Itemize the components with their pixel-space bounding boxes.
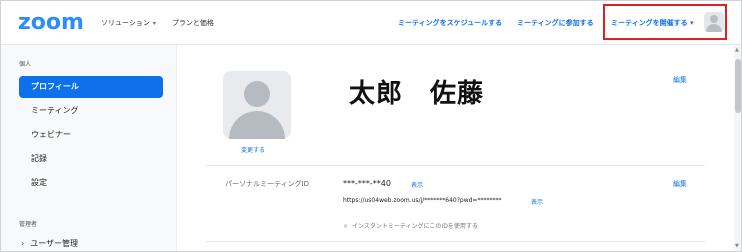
pmi-value: ***-***-**40 (343, 179, 391, 188)
chevron-down-icon: ▾ (690, 19, 694, 27)
avatar-shoulders (706, 24, 722, 32)
join-meeting-link[interactable]: ミーティングに参加する (517, 18, 594, 28)
sidebar-section-admin: 管理者 (19, 221, 38, 228)
app-window: zoom ソリューション ▾ プランと価格 ミーティングをスケジュールする ミーテ… (0, 0, 742, 252)
change-picture-link[interactable]: 変更する (241, 145, 265, 154)
profile-picture[interactable] (223, 71, 291, 139)
close-icon: × (343, 223, 349, 230)
avatar-head (710, 15, 718, 23)
use-pmi-instant-option: × インスタントミーティングにこのIDを使用する (343, 221, 478, 230)
nav-solutions[interactable]: ソリューション ▾ (101, 18, 156, 28)
sidebar-section-personal: 個人 (19, 61, 32, 68)
profile-main: 変更する 太郎 佐藤 編集 パーソナルミーティングID ***-***-**40… (177, 45, 741, 251)
host-meeting-label: ミーティングを開催する (611, 19, 688, 27)
sidebar-item-label: ユーザー管理 (30, 239, 79, 248)
scroll-down-arrow-icon[interactable]: ▼ (735, 243, 739, 249)
pmi-url: https://us04web.zoom.us/j/*******640?pwd… (343, 197, 502, 204)
chevron-down-icon: ▾ (152, 20, 156, 27)
pmi-label: パーソナルミーティングID (225, 180, 310, 188)
top-navigation: zoom ソリューション ▾ プランと価格 ミーティングをスケジュールする ミーテ… (1, 1, 741, 45)
user-avatar-icon[interactable] (704, 12, 724, 32)
show-pmi-link[interactable]: 表示 (411, 180, 423, 189)
nav-plans-pricing[interactable]: プランと価格 (172, 18, 214, 28)
sidebar-item-user-management[interactable]: › ユーザー管理 (19, 233, 163, 251)
sidebar-item-recordings[interactable]: 記録 (19, 148, 163, 170)
sidebar-item-webinars[interactable]: ウェビナー (19, 124, 163, 146)
zoom-logo[interactable]: zoom (18, 12, 84, 34)
scroll-up-arrow-icon[interactable]: ▲ (735, 47, 739, 53)
sidebar-item-meetings[interactable]: ミーティング (19, 100, 163, 122)
avatar-shoulders (229, 111, 285, 139)
section-divider (205, 241, 705, 242)
section-divider (205, 165, 705, 166)
primary-nav: ソリューション ▾ プランと価格 (101, 18, 214, 28)
avatar-head (244, 81, 270, 107)
edit-pmi-link[interactable]: 編集 (673, 179, 687, 189)
nav-solutions-label: ソリューション (101, 19, 150, 27)
profile-name: 太郎 佐藤 (349, 79, 485, 109)
sidebar-item-profile[interactable]: プロフィール (19, 76, 163, 98)
sidebar: 個人 プロフィール ミーティング ウェビナー 記録 設定 管理者 › ユーザー管理 (1, 45, 177, 251)
host-meeting-menu[interactable]: ミーティングを開催する ▾ (611, 18, 694, 28)
use-pmi-instant-label: インスタントミーティングにこのIDを使用する (352, 223, 478, 230)
edit-profile-link[interactable]: 編集 (673, 75, 687, 85)
scrollbar-thumb[interactable] (735, 59, 741, 113)
show-url-link[interactable]: 表示 (531, 197, 543, 206)
schedule-meeting-link[interactable]: ミーティングをスケジュールする (398, 18, 502, 28)
chevron-right-icon: › (21, 239, 25, 248)
sidebar-item-settings[interactable]: 設定 (19, 172, 163, 194)
